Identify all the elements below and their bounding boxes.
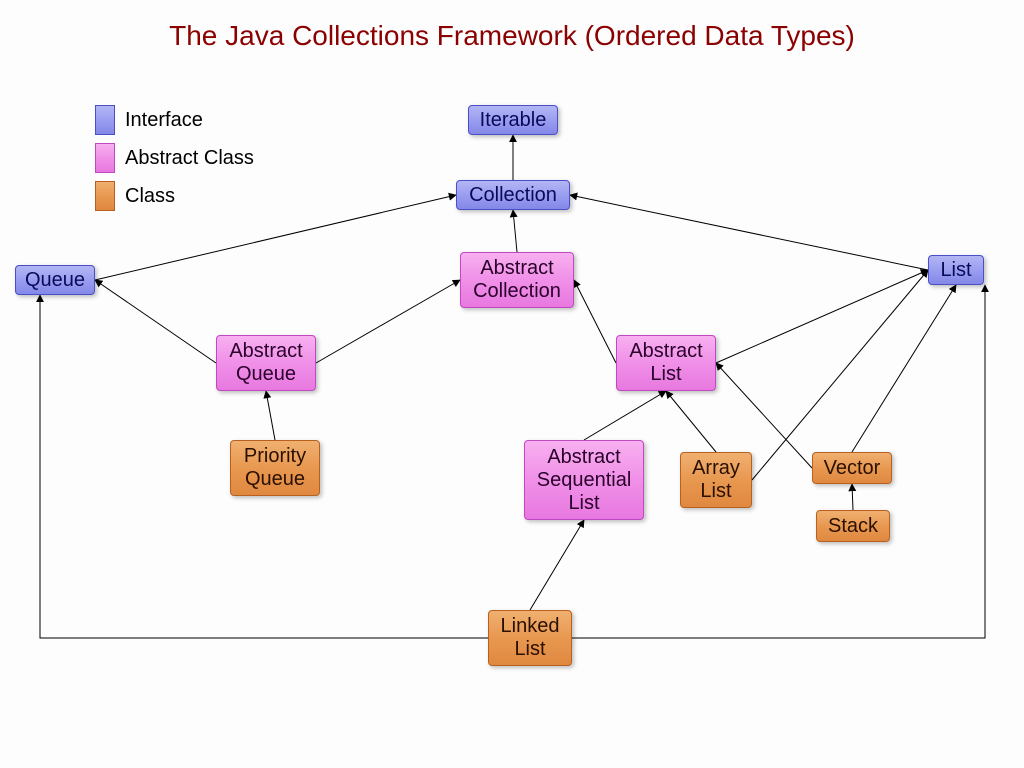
node-array-list-label: ArrayList	[692, 457, 740, 503]
node-vector-label: Vector	[824, 457, 881, 480]
legend-abstract: Abstract Class	[95, 143, 254, 173]
node-abstract-collection: AbstractCollection	[460, 252, 574, 308]
swatch-interface-icon	[95, 105, 115, 135]
legend: Interface Abstract Class Class	[95, 105, 254, 219]
swatch-class-icon	[95, 181, 115, 211]
node-iterable-label: Iterable	[480, 109, 547, 132]
node-queue: Queue	[15, 265, 95, 295]
node-stack: Stack	[816, 510, 890, 542]
legend-class-label: Class	[125, 185, 175, 208]
node-stack-label: Stack	[828, 515, 878, 538]
node-abstract-sequential-list-label: AbstractSequentialList	[537, 446, 632, 515]
node-abstract-list-label: AbstractList	[629, 340, 702, 386]
node-abstract-queue: AbstractQueue	[216, 335, 316, 391]
node-list-label: List	[940, 259, 971, 282]
legend-class: Class	[95, 181, 254, 211]
node-queue-label: Queue	[25, 269, 85, 292]
node-array-list: ArrayList	[680, 452, 752, 508]
node-collection: Collection	[456, 180, 570, 210]
node-linked-list: LinkedList	[488, 610, 572, 666]
node-list: List	[928, 255, 984, 285]
node-abstract-collection-label: AbstractCollection	[473, 257, 561, 303]
node-abstract-queue-label: AbstractQueue	[229, 340, 302, 386]
node-abstract-list: AbstractList	[616, 335, 716, 391]
node-vector: Vector	[812, 452, 892, 484]
node-abstract-sequential-list: AbstractSequentialList	[524, 440, 644, 520]
node-collection-label: Collection	[469, 184, 557, 207]
node-priority-queue: PriorityQueue	[230, 440, 320, 496]
legend-interface: Interface	[95, 105, 254, 135]
diagram-stage: The Java Collections Framework (Ordered …	[0, 0, 1024, 768]
legend-interface-label: Interface	[125, 109, 203, 132]
node-iterable: Iterable	[468, 105, 558, 135]
swatch-abstract-icon	[95, 143, 115, 173]
diagram-title: The Java Collections Framework (Ordered …	[0, 20, 1024, 52]
node-priority-queue-label: PriorityQueue	[244, 445, 306, 491]
legend-abstract-label: Abstract Class	[125, 147, 254, 170]
node-linked-list-label: LinkedList	[501, 615, 560, 661]
